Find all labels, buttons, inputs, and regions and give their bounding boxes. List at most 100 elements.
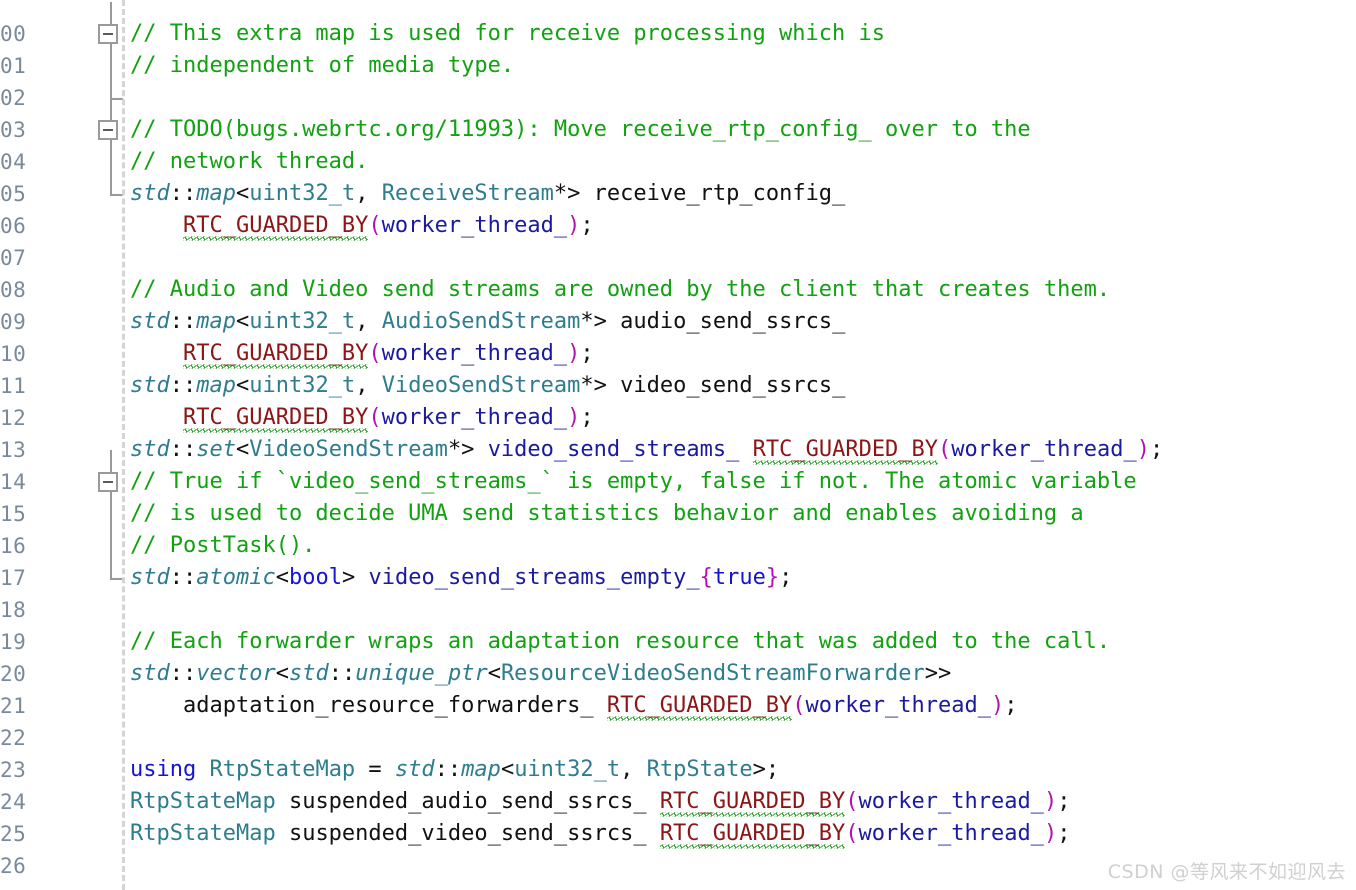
line-number: 00 [0,22,27,46]
line-number: 12 [0,406,27,430]
code-line[interactable]: std::map<uint32_t, ReceiveStream*> recei… [130,178,845,210]
code-token-comment: // is used to decide UMA send statistics… [130,501,1084,526]
code-token-plain: < [500,757,515,782]
line-number-column: 00 01 02 03 04 05 06 07 08 09 10 11 12 13 14 15 16 17 18 19… [0,0,78,890]
code-token-plain: , [355,309,382,334]
code-token-plain: < [275,661,289,686]
code-token-macro: RTC_GUARDED_BY [606,690,793,722]
code-token-plain: :: [169,309,197,334]
code-line[interactable]: // True if `video_send_streams_` is empt… [130,466,1137,498]
code-token-macro: RTC_GUARDED_BY [659,818,846,850]
code-line[interactable]: std::atomic<bool> video_send_streams_emp… [130,562,792,594]
code-text-area[interactable]: // This extra map is used for receive pr… [130,0,1356,890]
code-token-punct: ( [845,789,859,814]
code-token-typep: uint32_t [249,373,356,398]
code-token-type: std [394,757,435,782]
line-number: 01 [0,54,27,78]
code-line[interactable]: RtpStateMap suspended_video_send_ssrcs_ … [130,818,1070,850]
code-line[interactable]: // Each forwarder wraps an adaptation re… [130,626,1110,658]
line-number [0,0,78,18]
code-token-plain: *> receive_rtp_config_ [553,181,846,206]
code-line[interactable]: // Audio and Video send streams are owne… [130,274,1110,306]
line-number: 03 [0,118,27,142]
code-token-plain: *> video_send_ssrcs_ [580,373,846,398]
code-editor[interactable]: 00 01 02 03 04 05 06 07 08 09 10 11 12 13 14 15 16 17 18 19… [0,0,1356,890]
code-token-member: video_send_streams_empty_ [368,565,700,590]
code-token-plain: < [236,437,250,462]
code-token-plain: :: [169,565,197,590]
code-token-type: std [130,661,170,686]
code-line[interactable]: // TODO(bugs.webrtc.org/11993): Move rec… [130,114,1031,146]
code-token-type: atomic [196,565,276,590]
code-token-type: std [130,437,170,462]
code-line[interactable]: // is used to decide UMA send statistics… [130,498,1084,530]
code-token-plain: :: [169,181,197,206]
code-token-macro: RTC_GUARDED_BY [752,434,939,466]
code-token-plain: suspended_audio_send_ssrcs_ [275,789,660,814]
code-token-macro: RTC_GUARDED_BY [182,210,369,242]
code-token-type: set [196,437,236,462]
code-line[interactable]: std::vector<std::unique_ptr<ResourceVide… [130,658,951,690]
code-line[interactable]: // This extra map is used for receive pr… [130,18,885,50]
code-line[interactable]: // PostTask(). [130,530,315,562]
code-token-plain: ; [1057,789,1071,814]
code-token-keyword: bool [288,565,342,590]
code-token-typep: VideoSendStream [249,437,448,462]
code-token-type: map [196,309,236,334]
code-token-plain: < [236,309,250,334]
fold-region-rail [110,450,112,578]
code-token-plain: ; [1149,437,1164,462]
code-token-comment: // Each forwarder wraps an adaptation re… [130,629,1111,654]
line-number: 02 [0,86,27,110]
code-token-plain: >; [752,757,780,782]
code-token-plain: ; [1057,821,1071,846]
code-token-plain: , [355,373,382,398]
code-line[interactable]: adaptation_resource_forwarders_ RTC_GUAR… [130,690,1017,722]
code-token-plain: < [275,565,289,590]
line-number: 25 [0,822,27,846]
fold-toggle-icon[interactable] [98,120,118,140]
code-token-comment: // Audio and Video send streams are owne… [130,277,1111,302]
code-token-keyword: true [712,565,766,590]
code-line[interactable]: std::set<VideoSendStream*> video_send_st… [130,434,1163,466]
code-line[interactable]: std::map<uint32_t, VideoSendStream*> vid… [130,370,845,402]
code-token-typep: ReceiveStream [381,181,554,206]
code-token-type: std [288,661,329,686]
fold-toggle-icon[interactable] [98,24,118,44]
code-line[interactable]: // network thread. [130,146,368,178]
code-token-plain: , [620,757,647,782]
code-token-typep: RtpStateMap [130,789,276,814]
code-token-typep: RtpState [646,757,753,782]
line-number: 08 [0,278,27,302]
code-line[interactable]: RtpStateMap suspended_audio_send_ssrcs_ … [130,786,1070,818]
code-line[interactable]: std::map<uint32_t, AudioSendStream*> aud… [130,306,845,338]
code-token-type: std [130,309,170,334]
code-token-punct: } [765,565,780,590]
code-line[interactable]: // independent of media type. [130,50,514,82]
line-number: 20 [0,662,27,686]
code-token-member: worker_thread_ [381,213,568,238]
code-token-keyword: using [130,757,197,782]
line-number: 06 [0,214,27,238]
code-line[interactable]: RTC_GUARDED_BY(worker_thread_); [130,402,594,434]
code-token-member: worker_thread_ [381,405,568,430]
code-token-punct: ( [792,693,806,718]
code-token-member: worker_thread_ [951,437,1137,462]
code-token-plain: :: [328,661,356,686]
code-line[interactable]: RTC_GUARDED_BY(worker_thread_); [130,338,594,370]
line-number: 26 [0,854,27,878]
code-token-plain: = [355,757,395,782]
code-line[interactable]: using RtpStateMap = std::map<uint32_t, R… [130,754,779,786]
line-number: 14 [0,470,27,494]
line-number: 04 [0,150,27,174]
fold-toggle-icon[interactable] [98,472,118,492]
code-token-macro: RTC_GUARDED_BY [659,786,846,818]
line-number: 15 [0,502,27,526]
line-number: 05 [0,182,27,206]
code-token-punct: ) [1136,437,1150,462]
code-line[interactable]: RTC_GUARDED_BY(worker_thread_); [130,210,594,242]
